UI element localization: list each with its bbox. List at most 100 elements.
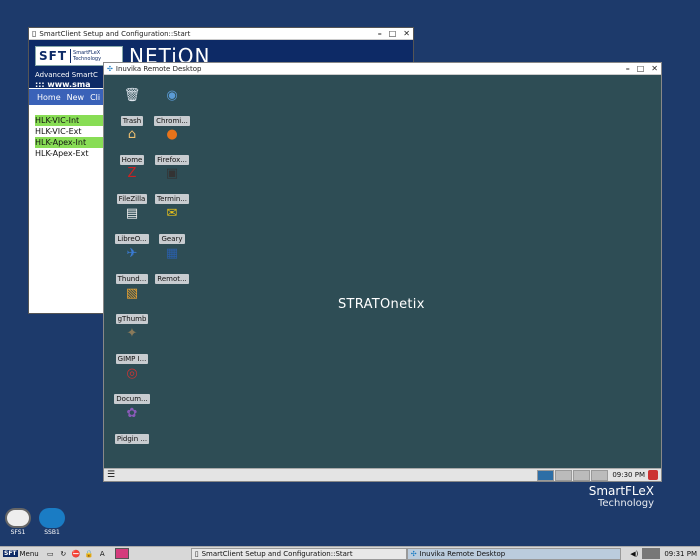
gthumb-icon: ▧ xyxy=(125,286,139,301)
desktop-launcher[interactable]: ▤ LibreO... xyxy=(114,205,150,244)
desktop-launcher[interactable]: ✈ Thund... xyxy=(114,245,150,284)
start-label: Menu xyxy=(19,549,39,558)
usb-icon xyxy=(39,508,65,528)
desktop-launcher[interactable]: 🗑 Trash xyxy=(114,87,150,126)
launcher-label: Remot... xyxy=(155,274,189,284)
remote-desktop-title: Inuvika Remote Desktop xyxy=(115,64,202,73)
launcher-label: Geary xyxy=(159,234,185,244)
inuvika-icon: ✣ xyxy=(107,64,113,73)
desktop-icon-label: SSB1 xyxy=(44,529,60,536)
thunderbird-icon: ✈ xyxy=(126,246,138,261)
stop-icon[interactable]: ⛔ xyxy=(72,549,81,558)
remote-desktop-icon: ▦ xyxy=(165,246,179,261)
logo-sft-text: SFT xyxy=(36,49,72,63)
desktop-label: STRATOnetix xyxy=(338,297,425,312)
launcher-label: Firefox... xyxy=(155,155,189,165)
home-icon: ⌂ xyxy=(127,127,137,142)
brand-line2: Technology xyxy=(597,498,654,509)
launcher-label: Docum... xyxy=(114,394,150,404)
menu-clients[interactable]: Cli xyxy=(90,93,100,102)
libreoffice-icon: ▤ xyxy=(125,206,139,221)
firefox-icon: ● xyxy=(166,127,178,142)
window-icon: ▯ xyxy=(194,549,199,558)
workspace-4[interactable] xyxy=(591,469,609,481)
remote-desktop-titlebar[interactable]: ✣ Inuvika Remote Desktop – □ ✕ xyxy=(104,63,661,75)
menu-new[interactable]: New xyxy=(67,93,84,102)
launcher-label: Home xyxy=(119,155,145,165)
logout-icon[interactable] xyxy=(648,470,658,480)
gimp-icon: ✦ xyxy=(126,326,138,341)
pdf-icon[interactable]: A xyxy=(98,549,107,558)
logo-technology-text: Technology xyxy=(73,56,102,62)
geary-icon: ✉ xyxy=(166,206,178,221)
chromium-icon: ◉ xyxy=(166,88,178,103)
smartclient-title: SmartClient Setup and Configuration::Sta… xyxy=(39,29,191,38)
desktop-launcher[interactable]: Z FileZilla xyxy=(114,165,150,204)
desktop-icon-sfs1[interactable]: SFS1 xyxy=(4,508,32,536)
connection-name: HLK-Apex-Ext xyxy=(35,149,89,158)
workspace-3[interactable] xyxy=(573,469,591,481)
desktop-launcher[interactable]: ▦ Remot... xyxy=(154,245,190,284)
website-link[interactable]: ::: www.sma xyxy=(35,80,91,89)
close-button[interactable]: ✕ xyxy=(651,64,658,73)
desktop-launcher[interactable]: ✿ Pidgin ... xyxy=(114,405,150,444)
start-logo: SFT xyxy=(3,550,18,557)
connection-name: HLK-Apex-Int xyxy=(35,138,87,147)
launcher-label: FileZilla xyxy=(116,194,148,204)
desktop-launcher[interactable]: ✦ GIMP I... xyxy=(114,325,150,364)
workspace-2[interactable] xyxy=(555,469,573,481)
desktop-icon-ssb1[interactable]: SSB1 xyxy=(38,508,66,536)
launcher-label: Termin... xyxy=(154,194,190,204)
maximize-button[interactable]: □ xyxy=(389,29,397,38)
show-desktop-icon[interactable] xyxy=(114,548,129,559)
desktop-launcher[interactable]: ▧ gThumb xyxy=(114,285,150,324)
volume-icon[interactable]: ◀) xyxy=(626,550,642,558)
remote-clock: 09:30 PM xyxy=(612,471,645,479)
pidgin-icon: ✿ xyxy=(126,406,138,421)
menu-home[interactable]: Home xyxy=(37,93,61,102)
connection-name: HLK-VIC-Ext xyxy=(35,127,82,136)
minimize-button[interactable]: – xyxy=(378,29,382,38)
trash-icon: 🗑 xyxy=(123,88,141,103)
desktop-launcher[interactable]: ✉ Geary xyxy=(154,205,190,244)
taskbar-clock: 09:31 PM xyxy=(664,549,697,558)
quick-launch: ▭ ↻ ⛔ 🔒 A xyxy=(42,549,107,558)
inuvika-icon: ✣ xyxy=(410,549,417,558)
network-icon[interactable] xyxy=(642,548,661,559)
maximize-button[interactable]: □ xyxy=(637,64,645,73)
desktop-launcher[interactable]: ● Firefox... xyxy=(154,126,190,165)
advanced-subtitle: Advanced SmartC xyxy=(35,71,98,79)
remote-desktop-window[interactable]: ✣ Inuvika Remote Desktop – □ ✕ STRATOnet… xyxy=(103,62,662,482)
taskbar: SFT Menu ▭ ↻ ⛔ 🔒 A ▯ SmartClient Setup and C… xyxy=(0,546,700,560)
brand-line1: SmartFLeX xyxy=(588,484,654,498)
filezilla-icon: Z xyxy=(127,166,137,181)
monitor-icon[interactable]: ▭ xyxy=(46,549,55,558)
launcher-label: Thund... xyxy=(115,274,149,284)
refresh-icon[interactable]: ↻ xyxy=(59,549,68,558)
workspace-switcher[interactable] xyxy=(536,469,609,481)
desktop-launcher[interactable]: ◉ Chromi... xyxy=(154,87,190,126)
workspace-1[interactable] xyxy=(537,469,555,481)
launcher-label: Pidgin ... xyxy=(114,434,150,444)
desktop-launcher[interactable]: ◎ Docum... xyxy=(114,365,150,404)
remote-desktop-area[interactable]: STRATOnetix 🗑 Trash ◉ Chromi... ⌂ Home ● Firefo… xyxy=(104,75,661,468)
window-icon: ▯ xyxy=(32,29,37,38)
task-remote-desktop[interactable]: ✣ Inuvika Remote Desktop xyxy=(406,547,621,560)
toggle-icon xyxy=(5,508,31,528)
minimize-button[interactable]: – xyxy=(626,64,630,73)
launcher-label: GIMP I... xyxy=(115,354,149,364)
remote-panel: ☰ 09:30 PM xyxy=(104,468,661,481)
launcher-label: gThumb xyxy=(115,314,149,324)
start-menu-button[interactable]: SFT Menu xyxy=(0,550,42,558)
close-button[interactable]: ✕ xyxy=(403,29,410,38)
brand-mark: SmartFLeX Technology xyxy=(589,484,654,509)
task-label: Inuvika Remote Desktop xyxy=(419,549,506,558)
desktop-launcher[interactable]: ⌂ Home xyxy=(114,126,150,165)
desktop-launcher[interactable]: ▣ Termin... xyxy=(154,165,190,204)
connection-name: HLK-VIC-Int xyxy=(35,116,80,125)
terminal-icon: ▣ xyxy=(165,166,179,181)
lock-icon[interactable]: 🔒 xyxy=(85,549,94,558)
remote-menu-icon[interactable]: ☰ xyxy=(104,470,118,480)
smartclient-titlebar[interactable]: ▯ SmartClient Setup and Configuration::S… xyxy=(29,28,413,40)
task-smartclient[interactable]: ▯ SmartClient Setup and Configuration::S… xyxy=(190,547,407,560)
